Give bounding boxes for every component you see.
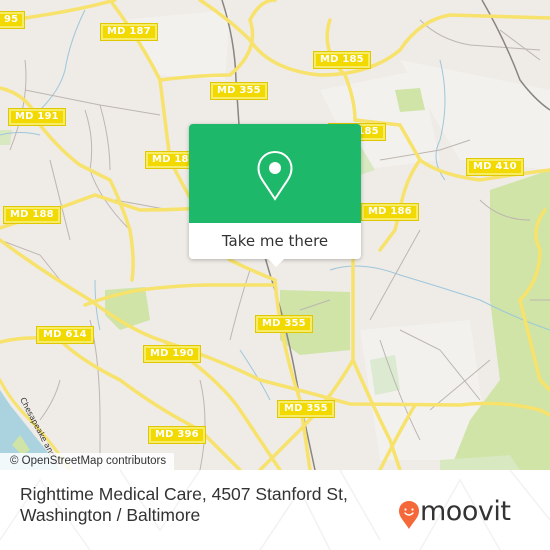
popup-pointer bbox=[267, 258, 285, 267]
road-shield-md187: MD 187 bbox=[100, 23, 158, 41]
road-shield-md355: MD 355 bbox=[277, 400, 335, 418]
place-title-line1: Righttime Medical Care, 4507 Stanford St… bbox=[20, 484, 348, 504]
road-shield-md410: MD 410 bbox=[466, 158, 524, 176]
road-shield-95: 95 bbox=[0, 11, 26, 29]
location-popup: Take me there bbox=[189, 124, 361, 267]
road-shield-md614: MD 614 bbox=[36, 326, 94, 344]
map-attribution[interactable]: © OpenStreetMap contributors bbox=[0, 453, 175, 470]
road-shield-md355: MD 355 bbox=[255, 315, 313, 333]
map[interactable]: 95 MD 187 MD 185 MD 355 MD 191 MD 187 MD… bbox=[0, 0, 550, 470]
road-shield-md185: MD 185 bbox=[313, 51, 371, 69]
moovit-pin-icon bbox=[399, 501, 419, 529]
road-shield-md191: MD 191 bbox=[8, 108, 66, 126]
place-title-line2: Washington / Baltimore bbox=[20, 505, 201, 525]
road-shield-md396: MD 396 bbox=[148, 426, 206, 444]
road-shield-md186: MD 186 bbox=[361, 203, 419, 221]
map-pin-icon bbox=[257, 150, 293, 201]
moovit-wordmark: moovit bbox=[420, 496, 511, 527]
road-shield-md355: MD 355 bbox=[210, 82, 268, 100]
take-me-there-button[interactable]: Take me there bbox=[189, 223, 361, 259]
road-shield-md190: MD 190 bbox=[143, 345, 201, 363]
road-shield-md188: MD 188 bbox=[3, 206, 61, 224]
popup-header bbox=[189, 124, 361, 223]
moovit-logo[interactable]: moovit bbox=[398, 496, 511, 530]
place-title: Righttime Medical Care, 4507 Stanford St… bbox=[20, 484, 348, 526]
